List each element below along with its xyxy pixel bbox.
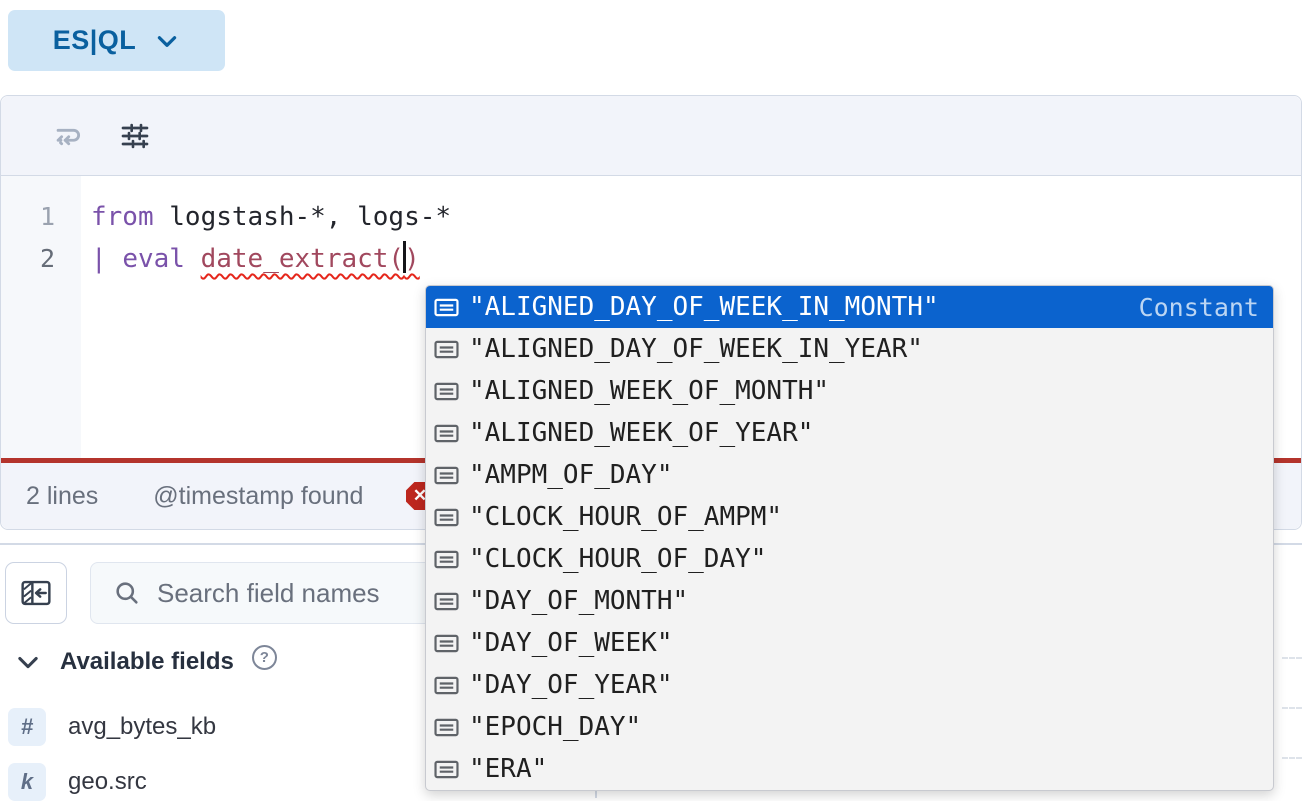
code-line-1: 1 from logstash-*, logs-* [1,196,1301,238]
line-number: 1 [1,196,81,238]
field-item-avg-bytes-kb[interactable]: # avg_bytes_kb [8,708,216,746]
help-icon[interactable]: ? [252,645,277,670]
available-fields-header[interactable]: Available fields ? [14,648,277,676]
symbol-constant-icon [433,714,460,741]
dashed-underline-stub [1282,657,1302,659]
suggestion-item[interactable]: "ALIGNED_WEEK_OF_MONTH" [426,370,1273,412]
symbol-constant-icon [433,336,460,363]
editor-toolbar [1,96,1301,176]
suggestion-item[interactable]: "ERA" [426,748,1273,790]
number-field-type-icon: # [8,708,46,746]
dashed-underline-stub [1282,707,1302,709]
suggestion-item[interactable]: "CLOCK_HOUR_OF_AMPM" [426,496,1273,538]
symbol-constant-icon [433,420,460,447]
symbol-constant-icon [433,294,460,321]
word-wrap-icon[interactable] [51,119,85,153]
suggestion-item[interactable]: "DAY_OF_WEEK" [426,622,1273,664]
symbol-constant-icon [433,756,460,783]
esql-language-selector[interactable]: ES|QL [8,10,225,71]
esql-label: ES|QL [53,25,137,56]
symbol-constant-icon [433,378,460,405]
search-icon [113,579,141,607]
collapse-panel-icon [19,576,53,610]
code-line-2-text: | eval date_extract() [81,238,420,280]
query-settings-icon[interactable] [119,120,151,152]
suggestion-item[interactable]: "ALIGNED_WEEK_OF_YEAR" [426,412,1273,454]
symbol-constant-icon [433,546,460,573]
available-fields-title: Available fields [60,648,234,676]
field-name: geo.src [68,768,147,796]
suggestion-kind: Constant [1139,293,1259,322]
line-count: 2 lines [26,482,98,511]
suggestion-item[interactable]: "ALIGNED_DAY_OF_WEEK_IN_MONTH" Constant [426,286,1273,328]
suggestion-item[interactable]: "CLOCK_HOUR_OF_DAY" [426,538,1273,580]
symbol-constant-icon [433,588,460,615]
collapse-sidebar-button[interactable] [5,562,67,624]
symbol-constant-icon [433,504,460,531]
field-item-geo-src[interactable]: k geo.src [8,763,147,801]
symbol-constant-icon [433,462,460,489]
timestamp-status: @timestamp found [153,482,363,511]
suggestion-item[interactable]: "ALIGNED_DAY_OF_WEEK_IN_YEAR" [426,328,1273,370]
code-line-2: 2 | eval date_extract() [1,238,1301,280]
symbol-constant-icon [433,672,460,699]
suggestion-item[interactable]: "AMPM_OF_DAY" [426,454,1273,496]
line-number: 2 [1,238,81,280]
dashed-underline-stub [1282,757,1302,759]
symbol-constant-icon [433,630,460,657]
chevron-down-icon [14,648,42,676]
autocomplete-dropdown: "ALIGNED_DAY_OF_WEEK_IN_MONTH" Constant … [425,285,1274,791]
field-name: avg_bytes_kb [68,713,216,741]
chevron-down-icon [154,28,180,54]
suggestion-item[interactable]: "DAY_OF_MONTH" [426,580,1273,622]
suggestion-item[interactable]: "DAY_OF_YEAR" [426,664,1273,706]
code-line-1-text: from logstash-*, logs-* [81,196,451,238]
keyword-field-type-icon: k [8,763,46,801]
suggestion-item[interactable]: "EPOCH_DAY" [426,706,1273,748]
